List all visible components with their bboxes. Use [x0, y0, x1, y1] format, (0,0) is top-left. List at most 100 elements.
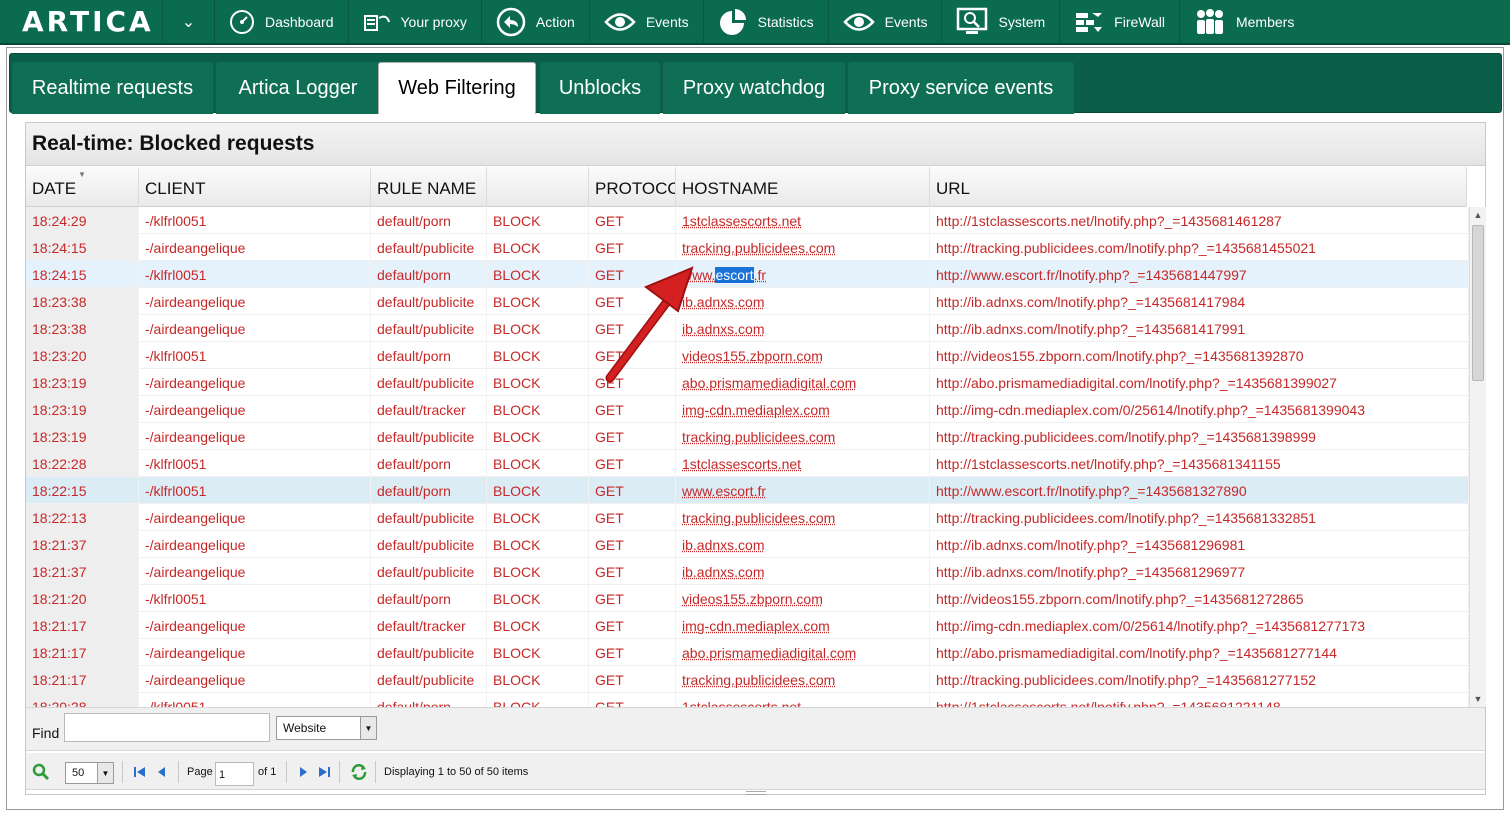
- scroll-up-icon[interactable]: ▲: [1470, 207, 1486, 223]
- cell-hostname[interactable]: videos155.zbporn.com: [676, 585, 930, 612]
- tab-proxy-watchdog[interactable]: Proxy watchdog: [663, 62, 845, 114]
- nav-system[interactable]: System: [942, 0, 1061, 44]
- table-row[interactable]: 18:21:17 -/airdeangelique default/publicit…: [26, 639, 1469, 666]
- cell-hostname[interactable]: 1stclassescorts.net: [676, 693, 930, 707]
- cell-hostname[interactable]: img-cdn.mediaplex.com: [676, 612, 930, 639]
- table-row[interactable]: 18:24:15 -/klfrl0051 default/porn BLOCK GET w…: [26, 261, 1469, 288]
- table-row[interactable]: 18:21:17 -/airdeangelique default/tracker B…: [26, 612, 1469, 639]
- table-row[interactable]: 18:21:37 -/airdeangelique default/publicit…: [26, 558, 1469, 585]
- cell-url[interactable]: http://videos155.zbporn.com/lnotify.php?…: [930, 342, 1469, 369]
- table-row[interactable]: 18:23:19 -/airdeangelique default/tracker B…: [26, 396, 1469, 423]
- column-header-action[interactable]: [487, 167, 589, 207]
- next-page-icon[interactable]: [298, 753, 308, 790]
- table-row[interactable]: 18:20:28 -/klfrl0051 default/porn BLOCK GET 1…: [26, 693, 1469, 707]
- table-row[interactable]: 18:24:29 -/klfrl0051 default/porn BLOCK GET 1…: [26, 207, 1469, 234]
- nav-statistics[interactable]: Statistics: [704, 0, 829, 44]
- artica-logo[interactable]: ARTICA: [0, 0, 163, 44]
- nav-events[interactable]: Events: [590, 0, 704, 44]
- resize-grip[interactable]: [746, 791, 766, 795]
- cell-hostname[interactable]: tracking.publicidees.com: [676, 504, 930, 531]
- column-header-hostname[interactable]: HOSTNAME: [676, 167, 930, 207]
- previous-page-icon[interactable]: [157, 753, 167, 790]
- cell-url[interactable]: http://ib.adnxs.com/lnotify.php?_=143568…: [930, 315, 1469, 342]
- table-row[interactable]: 18:23:38 -/airdeangelique default/publicit…: [26, 315, 1469, 342]
- table-row[interactable]: 18:21:37 -/airdeangelique default/publicit…: [26, 531, 1469, 558]
- cell-hostname[interactable]: ib.adnxs.com: [676, 531, 930, 558]
- cell-url[interactable]: http://img-cdn.mediaplex.com/0/25614/lno…: [930, 612, 1469, 639]
- first-page-icon[interactable]: [133, 753, 147, 790]
- nav-dashboard[interactable]: Dashboard: [215, 0, 349, 44]
- tab-unblocks[interactable]: Unblocks: [540, 62, 660, 114]
- table-row[interactable]: 18:23:19 -/airdeangelique default/publicit…: [26, 369, 1469, 396]
- cell-hostname[interactable]: 1stclassescorts.net: [676, 207, 930, 234]
- cell-hostname[interactable]: ib.adnxs.com: [676, 315, 930, 342]
- tab-web-filtering[interactable]: Web Filtering: [378, 62, 536, 114]
- page-size-select[interactable]: 50 ▼: [65, 762, 114, 784]
- tab-proxy-service-events[interactable]: Proxy service events: [848, 62, 1074, 114]
- column-header-protocol[interactable]: PROTOCOL: [589, 167, 676, 207]
- chevron-down-icon[interactable]: ⌄: [163, 0, 215, 44]
- tab-realtime-requests[interactable]: Realtime requests: [12, 62, 213, 114]
- cell-hostname[interactable]: ib.adnxs.com: [676, 558, 930, 585]
- nav-your-proxy[interactable]: Your proxy: [349, 0, 482, 44]
- table-row[interactable]: 18:22:15 -/klfrl0051 default/porn BLOCK GET w…: [26, 477, 1469, 504]
- cell-hostname[interactable]: 1stclassescorts.net: [676, 450, 930, 477]
- cell-url[interactable]: http://1stclassescorts.net/lnotify.php?_…: [930, 450, 1469, 477]
- cell-hostname[interactable]: ib.adnxs.com: [676, 288, 930, 315]
- table-row[interactable]: 18:23:20 -/klfrl0051 default/porn BLOCK GET v…: [26, 342, 1469, 369]
- cell-action: BLOCK: [487, 342, 589, 369]
- table-row[interactable]: 18:22:13 -/airdeangelique default/publicit…: [26, 504, 1469, 531]
- scroll-down-icon[interactable]: ▼: [1470, 691, 1486, 707]
- cell-url[interactable]: http://1stclassescorts.net/lnotify.php?_…: [930, 693, 1469, 707]
- cell-hostname[interactable]: tracking.publicidees.com: [676, 423, 930, 450]
- cell-hostname[interactable]: tracking.publicidees.com: [676, 666, 930, 693]
- column-header-client[interactable]: CLIENT: [139, 167, 371, 207]
- cell-hostname[interactable]: videos155.zbporn.com: [676, 342, 930, 369]
- nav-events-2[interactable]: Events: [829, 0, 943, 44]
- column-header-date[interactable]: DATE ▼: [26, 167, 139, 207]
- cell-url[interactable]: http://tracking.publicidees.com/lnotify.…: [930, 504, 1469, 531]
- column-header-rule-name[interactable]: RULE NAME: [371, 167, 487, 207]
- table-row[interactable]: 18:24:15 -/airdeangelique default/publicit…: [26, 234, 1469, 261]
- scrollbar-thumb[interactable]: [1472, 225, 1484, 381]
- nav-action[interactable]: Action: [482, 0, 590, 44]
- cell-url[interactable]: http://1stclassescorts.net/lnotify.php?_…: [930, 207, 1469, 234]
- cell-hostname[interactable]: img-cdn.mediaplex.com: [676, 396, 930, 423]
- cell-url[interactable]: http://abo.prismamediadigital.com/lnotif…: [930, 369, 1469, 396]
- page-number-input[interactable]: 1: [215, 762, 254, 786]
- table-row[interactable]: 18:23:38 -/airdeangelique default/publicit…: [26, 288, 1469, 315]
- cell-hostname[interactable]: abo.prismamediadigital.com: [676, 639, 930, 666]
- nav-firewall[interactable]: FireWall: [1060, 0, 1180, 44]
- cell-url[interactable]: http://ib.adnxs.com/lnotify.php?_=143568…: [930, 288, 1469, 315]
- cell-rule-name: default/porn: [371, 261, 487, 288]
- find-field-select[interactable]: Website ▼: [276, 716, 377, 740]
- table-row[interactable]: 18:21:20 -/klfrl0051 default/porn BLOCK GET v…: [26, 585, 1469, 612]
- refresh-icon[interactable]: [350, 753, 368, 790]
- search-icon[interactable]: [32, 753, 50, 790]
- find-input[interactable]: [64, 713, 270, 742]
- cell-url[interactable]: http://ib.adnxs.com/lnotify.php?_=143568…: [930, 558, 1469, 585]
- cell-url[interactable]: http://www.escort.fr/lnotify.php?_=14356…: [930, 261, 1469, 288]
- cell-url[interactable]: http://abo.prismamediadigital.com/lnotif…: [930, 639, 1469, 666]
- cell-url[interactable]: http://img-cdn.mediaplex.com/0/25614/lno…: [930, 396, 1469, 423]
- cell-url[interactable]: http://ib.adnxs.com/lnotify.php?_=143568…: [930, 531, 1469, 558]
- table-row[interactable]: 18:22:28 -/klfrl0051 default/porn BLOCK GET 1…: [26, 450, 1469, 477]
- nav-members[interactable]: Members: [1180, 0, 1308, 44]
- cell-url[interactable]: http://videos155.zbporn.com/lnotify.php?…: [930, 585, 1469, 612]
- cell-hostname[interactable]: abo.prismamediadigital.com: [676, 369, 930, 396]
- cell-hostname[interactable]: www.escort.fr: [676, 477, 930, 504]
- last-page-icon[interactable]: [317, 753, 331, 790]
- vertical-scrollbar[interactable]: ▲ ▼: [1469, 207, 1486, 707]
- cell-hostname[interactable]: www.escort.fr: [676, 261, 930, 288]
- cell-url[interactable]: http://tracking.publicidees.com/lnotify.…: [930, 234, 1469, 261]
- cell-url[interactable]: http://tracking.publicidees.com/lnotify.…: [930, 423, 1469, 450]
- tab-artica-logger[interactable]: Artica Logger: [216, 62, 380, 114]
- cell-action: BLOCK: [487, 693, 589, 707]
- cell-url[interactable]: http://www.escort.fr/lnotify.php?_=14356…: [930, 477, 1469, 504]
- column-header-url[interactable]: URL: [930, 167, 1467, 207]
- table-row[interactable]: 18:21:17 -/airdeangelique default/publicit…: [26, 666, 1469, 693]
- cell-hostname[interactable]: tracking.publicidees.com: [676, 234, 930, 261]
- table-row[interactable]: 18:23:19 -/airdeangelique default/publicit…: [26, 423, 1469, 450]
- cell-client: -/airdeangelique: [139, 234, 371, 261]
- cell-url[interactable]: http://tracking.publicidees.com/lnotify.…: [930, 666, 1469, 693]
